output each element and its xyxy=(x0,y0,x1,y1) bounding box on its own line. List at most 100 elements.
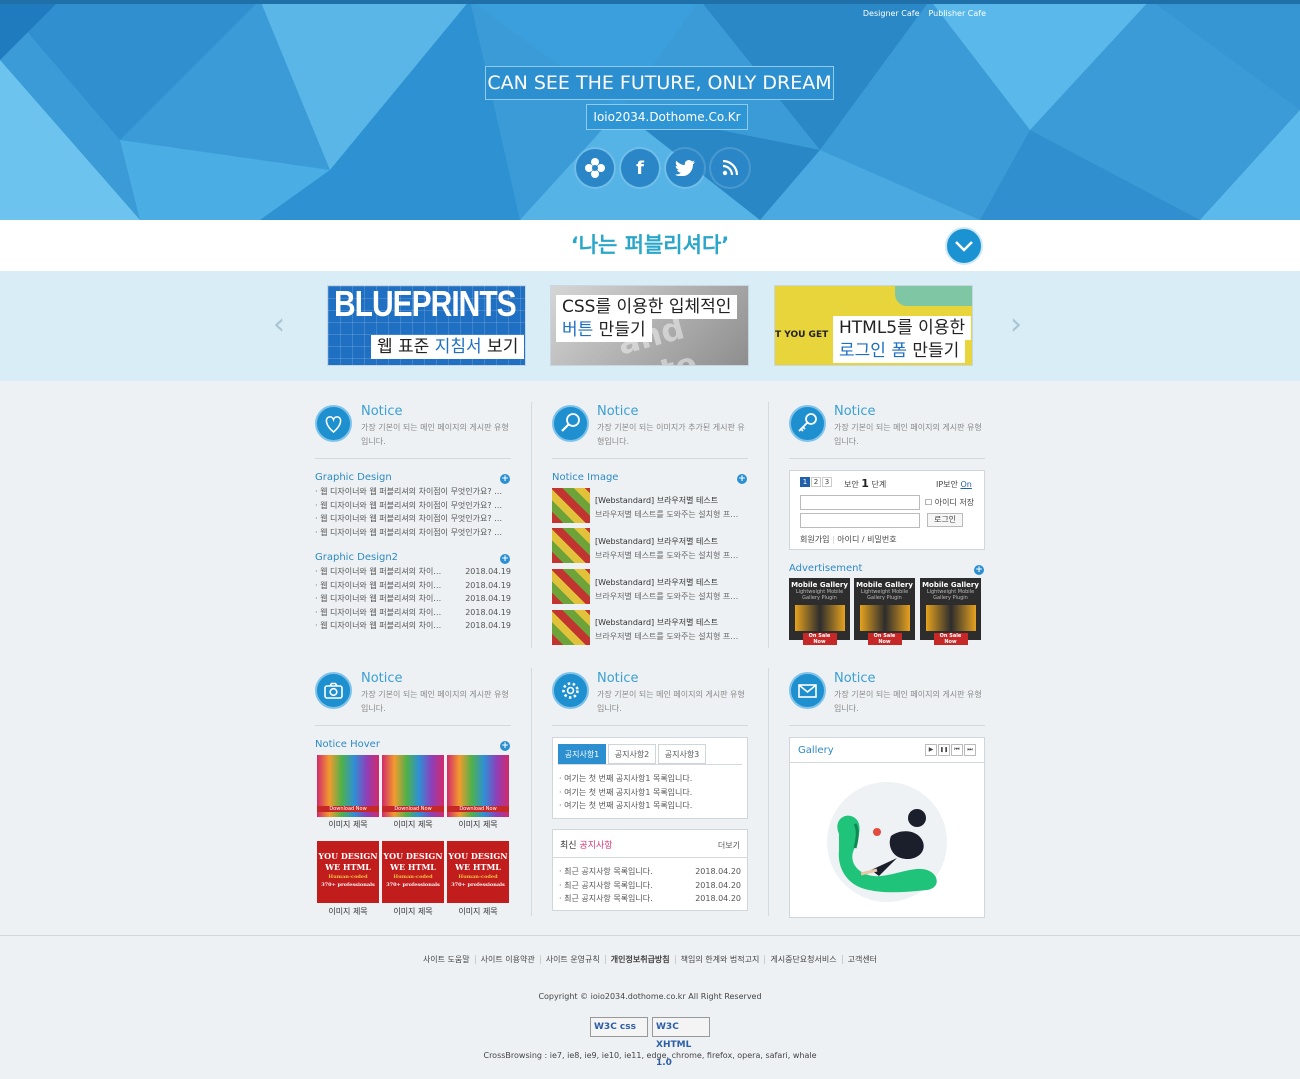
image-post-title[interactable]: [Webstandard] 브라우저별 테스트 xyxy=(595,495,718,506)
tab-notice3[interactable]: 공지사항3 xyxy=(658,744,706,764)
list-item[interactable]: · 웹 디자이너와 웹 퍼블리셔의 차이… 2018.04.19 xyxy=(315,606,511,620)
recent-title: 최신 공지사항 xyxy=(560,841,613,851)
publisher-cafe-link[interactable]: Publisher Cafe xyxy=(929,9,987,18)
twitter-icon[interactable] xyxy=(666,149,704,187)
plus-icon[interactable]: + xyxy=(974,565,984,575)
chevron-right-icon[interactable]: › xyxy=(1010,310,1030,342)
facebook-icon[interactable]: f xyxy=(621,149,659,187)
flower-icon[interactable] xyxy=(576,149,614,187)
gallery-thumbnail[interactable]: Download Now xyxy=(317,755,379,817)
play-icon[interactable]: ▶ xyxy=(925,744,937,756)
list-item[interactable]: · 웹 디자이너와 웹 퍼블리셔의 차이점이 무엇인가요? … xyxy=(315,499,511,513)
next-icon[interactable]: ⏭ xyxy=(964,744,976,756)
list-item[interactable]: · 웹 디자이너와 웹 퍼블리셔의 차이… 2018.04.19 xyxy=(315,565,511,579)
scroll-down-button[interactable] xyxy=(945,227,983,265)
slide-label-line1: HTML5를 이용한 xyxy=(833,316,972,340)
w3c-xhtml-badge[interactable]: W3C XHTML 1.0 xyxy=(652,1017,710,1068)
section-title-notice-hover: Notice Hover xyxy=(315,739,380,750)
ad-banner[interactable]: Mobile Gallery Lightweight Mobile Gallery… xyxy=(789,578,850,645)
w3c-css-badge[interactable]: W3C css xyxy=(590,1017,648,1037)
search-icon xyxy=(552,405,589,442)
list-item[interactable]: · 웹 디자이너와 웹 퍼블리셔의 차이점이 무엇인가요? … xyxy=(315,512,511,526)
footer-link-takedown[interactable]: 게시중단요청서비스 xyxy=(765,955,843,964)
image-post-title[interactable]: [Webstandard] 브라우저별 테스트 xyxy=(595,617,718,628)
image-post-title[interactable]: [Webstandard] 브라우저별 테스트 xyxy=(595,577,718,588)
plus-icon[interactable]: + xyxy=(500,741,510,751)
tab-notice1[interactable]: 공지사항1 xyxy=(558,744,606,764)
chevron-left-icon[interactable]: ‹ xyxy=(273,310,293,342)
find-account-link[interactable]: 아이디 / 비밀번호 xyxy=(837,535,896,544)
gallery-thumbnail[interactable]: YOU DESIGN WE HTML Human-coded 370+ profess… xyxy=(317,841,379,903)
join-link[interactable]: 회원가입 xyxy=(800,535,829,544)
list-item[interactable]: · 최근 공지사항 목록입니다. 2018.04.20 xyxy=(559,892,741,906)
hero-subtitle: Ioio2034.Dothome.Co.Kr xyxy=(586,104,748,130)
recent-list: · 최근 공지사항 목록입니다. 2018.04.20 · 최근 공지사항 목록입… xyxy=(559,865,741,906)
gallery-image[interactable] xyxy=(797,770,977,911)
slide-css-button[interactable]: and inte CSS를 이용한 입체적인 버튼 만들기 xyxy=(550,285,749,366)
gallery-controls: ▶ ❚❚ ⏮ ⏭ xyxy=(925,744,976,756)
password-input[interactable] xyxy=(800,513,920,528)
gallery-thumbnail[interactable]: YOU DESIGN WE HTML Human-coded 370+ profess… xyxy=(382,841,444,903)
gallery-thumbnail[interactable]: YOU DESIGN WE HTML Human-coded 370+ profess… xyxy=(447,841,509,903)
list-item[interactable]: · 웹 디자이너와 웹 퍼블리셔의 차이… 2018.04.19 xyxy=(315,592,511,606)
ad-banner[interactable]: Mobile Gallery Lightweight Mobile Gallery… xyxy=(920,578,981,645)
save-id-checkbox[interactable]: ☐ 아이디 저장 xyxy=(925,497,974,508)
gallery-thumbnail[interactable]: Download Now xyxy=(447,755,509,817)
slide-html5-login[interactable]: T YOU GET HTML5를 이용한 로그인 폼 만들기 xyxy=(774,285,973,366)
list-item[interactable]: · 최근 공지사항 목록입니다. 2018.04.20 xyxy=(559,879,741,893)
section-title-notice-image: Notice Image xyxy=(552,472,619,483)
tab-notice2[interactable]: 공지사항2 xyxy=(608,744,656,764)
designer-cafe-link[interactable]: Designer Cafe xyxy=(863,9,920,18)
list-item[interactable]: · 최근 공지사항 목록입니다. 2018.04.20 xyxy=(559,865,741,879)
notice-desc: 가장 기본이 되는 메인 페이지의 게시판 유형입니다. xyxy=(834,423,982,446)
footer-link-help[interactable]: 사이트 도움말 xyxy=(417,955,476,964)
footer-link-rules[interactable]: 사이트 운영규칙 xyxy=(540,955,606,964)
list-item[interactable]: · 웹 디자이너와 웹 퍼블리셔의 차이… 2018.04.19 xyxy=(315,579,511,593)
key-icon xyxy=(789,405,826,442)
footer-link-privacy[interactable]: 개인정보취급방침 xyxy=(605,955,676,964)
list-item[interactable]: · 여기는 첫 번째 공지사항1 목록입니다. xyxy=(559,772,743,786)
notice-title: Notice xyxy=(597,404,639,419)
slide-label-line1: CSS를 이용한 입체적인 xyxy=(556,295,738,319)
camera-icon xyxy=(315,672,352,709)
slide-blueprints[interactable]: BLUEPRINTS 웹 표준 지침서 보기 xyxy=(327,285,526,366)
thumbnail-image[interactable] xyxy=(552,528,590,563)
list-item[interactable]: · 웹 디자이너와 웹 퍼블리셔의 차이점이 무엇인가요? … xyxy=(315,526,511,540)
gallery-thumbnail[interactable]: Download Now xyxy=(382,755,444,817)
plus-icon[interactable]: + xyxy=(500,474,510,484)
rss-icon[interactable] xyxy=(711,149,749,187)
step-3[interactable]: 3 xyxy=(822,477,832,487)
step-1[interactable]: 1 xyxy=(800,477,810,487)
image-post-desc: 브라우저별 테스트를 도와주는 설치형 프… xyxy=(595,592,739,601)
login-button[interactable]: 로그인 xyxy=(927,513,963,527)
plus-icon[interactable]: + xyxy=(500,554,510,564)
divider xyxy=(552,725,748,726)
image-post-title[interactable]: [Webstandard] 브라우저별 테스트 xyxy=(595,536,718,547)
notice-desc: 가장 기본이 되는 메인 페이지의 게시판 유형입니다. xyxy=(361,690,509,713)
list-item[interactable]: · 여기는 첫 번째 공지사항1 목록입니다. xyxy=(559,786,743,800)
thumbnail-image[interactable] xyxy=(552,569,590,604)
footer-link-legal[interactable]: 책임의 한계와 법적고지 xyxy=(675,955,766,964)
ip-security-toggle[interactable]: On xyxy=(960,480,971,489)
list-item[interactable]: · 여기는 첫 번째 공지사항1 목록입니다. xyxy=(559,799,743,813)
previous-icon[interactable]: ⏮ xyxy=(951,744,963,756)
header-hero: Designer Cafe Publisher Cafe CAN SEE THE… xyxy=(0,0,1300,220)
tab-list: · 여기는 첫 번째 공지사항1 목록입니다. · 여기는 첫 번째 공지사항1… xyxy=(559,772,743,813)
id-input[interactable] xyxy=(800,495,920,510)
thumbnail-image[interactable] xyxy=(552,610,590,645)
thumbnail-image[interactable] xyxy=(552,488,590,523)
plus-icon[interactable]: + xyxy=(737,474,747,484)
footer-link-support[interactable]: 고객센터 xyxy=(843,955,882,964)
list-item[interactable]: · 웹 디자이너와 웹 퍼블리셔의 차이점이 무엇인가요? … xyxy=(315,485,511,499)
more-link[interactable]: 더보기 xyxy=(718,840,740,851)
list-item[interactable]: · 웹 디자이너와 웹 퍼블리셔의 차이… 2018.04.19 xyxy=(315,619,511,633)
footer-link-terms[interactable]: 사이트 이용약관 xyxy=(475,955,541,964)
notice-desc: 가장 기본이 되는 이미지가 추가된 게시판 유형입니다. xyxy=(597,423,745,446)
footer-divider xyxy=(0,935,1300,936)
column-divider xyxy=(768,402,769,648)
notice-title: Notice xyxy=(361,671,403,686)
pause-icon[interactable]: ❚❚ xyxy=(938,744,950,756)
ad-banner[interactable]: Mobile Gallery Lightweight Mobile Gallery… xyxy=(854,578,915,645)
slide-label-line2: 버튼 만들기 xyxy=(556,318,652,342)
step-2[interactable]: 2 xyxy=(811,477,821,487)
